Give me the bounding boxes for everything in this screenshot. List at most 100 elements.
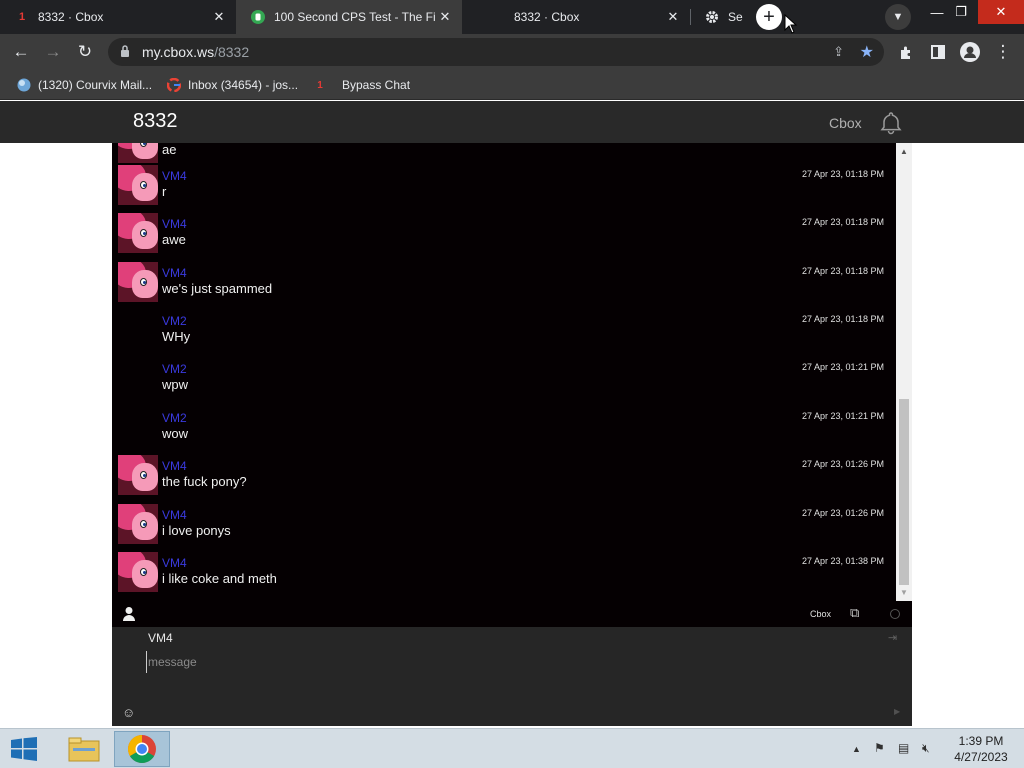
chrome-taskbar-icon[interactable] [114, 731, 170, 767]
url-text: my.cbox.ws/8332 [142, 44, 250, 60]
tray-expand-icon[interactable]: ▲ [852, 744, 861, 754]
message-time: 27 Apr 23, 01:21 PM [801, 362, 884, 372]
share-icon[interactable]: ⇪ [833, 44, 844, 60]
message-nick[interactable]: VM4 [162, 266, 187, 280]
brand-link[interactable]: Cbox [829, 115, 862, 131]
pony-avatar [118, 262, 158, 302]
reload-icon[interactable]: ↻ [72, 39, 98, 65]
windows-start-icon[interactable] [10, 737, 38, 761]
tab-cbox-1[interactable]: 1 8332 · Cbox ✕ [0, 0, 236, 34]
cbox-brand-link[interactable]: Cbox [810, 609, 831, 619]
scroll-down-arrow-icon[interactable]: ▼ [900, 588, 908, 597]
message-time: 27 Apr 23, 01:18 PM [801, 266, 884, 276]
mouse-cursor-icon [784, 14, 798, 34]
message-nick[interactable]: VM2 [162, 411, 187, 425]
network-icon[interactable]: ▤ [898, 741, 909, 755]
bookmark-badge: 1 [317, 79, 323, 91]
side-panel-icon[interactable] [925, 39, 951, 65]
message-time: 27 Apr 23, 01:18 PM [801, 314, 884, 324]
message-text: ae [162, 143, 177, 157]
volume-muted-icon[interactable]: 🔇︎ [922, 741, 930, 756]
message-nick[interactable]: VM4 [162, 556, 187, 570]
sign-in-icon[interactable]: ⇥ [888, 631, 897, 644]
windows-taskbar: ▲ ⚑ ▤ 🔇︎ 1:39 PM 4/27/2023 [0, 728, 1024, 768]
tab-search-icon[interactable]: ▼ [885, 4, 911, 30]
message-text: WHy [162, 329, 191, 344]
bookmark-inbox[interactable]: Inbox (34654) - jos... [166, 76, 298, 94]
message-nick[interactable]: VM2 [162, 314, 187, 328]
close-icon[interactable]: ✕ [664, 8, 682, 26]
close-icon[interactable]: ✕ [436, 8, 454, 26]
message-time: 27 Apr 23, 01:38 PM [801, 556, 884, 566]
message-nick[interactable]: VM2 [162, 362, 187, 376]
message-text: wow [162, 426, 189, 441]
status-dot-icon [890, 609, 900, 619]
close-icon[interactable]: ✕ [210, 8, 228, 26]
menu-kebab-icon[interactable]: ⋮ [990, 39, 1016, 65]
taskbar-clock[interactable]: 1:39 PM 4/27/2023 [946, 733, 1016, 765]
chat-scrollbar[interactable]: ▲ ▼ [896, 143, 912, 601]
tab-cps-test[interactable]: 100 Second CPS Test - The Fin ✕ [236, 0, 462, 34]
chat-message: VM4 i love ponys 27 Apr 23, 01:26 PM [112, 504, 896, 552]
message-text: awe [162, 232, 186, 247]
message-nick[interactable]: VM4 [162, 217, 187, 231]
message-text: i love ponys [162, 523, 231, 538]
message-time: 27 Apr 23, 01:18 PM [801, 169, 884, 179]
restore-icon[interactable]: ❐ [944, 0, 978, 24]
bookmark-courvix[interactable]: (1320) Courvix Mail... [16, 76, 152, 94]
pony-avatar [118, 455, 158, 495]
tab-title: 100 Second CPS Test - The Fin [274, 10, 436, 24]
pony-avatar [118, 504, 158, 544]
message-nick[interactable]: VM4 [162, 508, 187, 522]
pony-avatar [118, 552, 158, 592]
message-text: the fuck pony? [162, 474, 247, 489]
tab-settings[interactable]: Se [690, 0, 746, 34]
scroll-up-arrow-icon[interactable]: ▲ [900, 147, 908, 156]
tab-cbox-2[interactable]: 8332 · Cbox ✕ [462, 0, 690, 34]
chat-messages: ae VM4 r 27 Apr 23, 01:18 PM VM4 awe 27 … [112, 143, 896, 601]
chat-message: VM4 the fuck pony? 27 Apr 23, 01:26 PM [112, 455, 896, 503]
pony-avatar [118, 165, 158, 205]
forward-icon[interactable]: → [40, 39, 66, 65]
bell-icon[interactable] [878, 110, 904, 136]
message-nick[interactable]: VM4 [162, 459, 187, 473]
gear-icon [704, 9, 720, 25]
action-center-flag-icon[interactable]: ⚑ [874, 741, 885, 755]
extensions-icon[interactable] [893, 39, 919, 65]
tab-badge: 1 [18, 11, 26, 23]
message-input[interactable] [146, 651, 866, 673]
message-time: 27 Apr 23, 01:21 PM [801, 411, 884, 421]
popout-icon[interactable]: ⧉ [850, 605, 859, 621]
address-bar[interactable]: my.cbox.ws/8332 ⇪ ★ [108, 38, 884, 66]
message-time: 27 Apr 23, 01:26 PM [801, 459, 884, 469]
chat-message: VM4 we's just spammed 27 Apr 23, 01:18 P… [112, 262, 896, 310]
window-close-icon[interactable]: ✕ [978, 0, 1024, 24]
bookmark-star-icon[interactable]: ★ [860, 42, 874, 62]
message-time: 27 Apr 23, 01:18 PM [801, 217, 884, 227]
chat-footer-bar: Cbox ⧉ [112, 601, 912, 627]
tab-title: 8332 · Cbox [514, 10, 580, 24]
page-title: 8332 [133, 110, 178, 132]
send-arrow-icon[interactable]: ▶ [894, 707, 900, 716]
new-tab-button[interactable]: + [756, 4, 782, 30]
shield-favicon-icon [250, 9, 266, 25]
bookmark-bypass-chat[interactable]: 1 Bypass Chat [312, 76, 410, 94]
profile-icon[interactable] [957, 39, 983, 65]
tab-title: Se [728, 10, 743, 24]
message-text: we's just spammed [162, 281, 273, 296]
scroll-thumb[interactable] [899, 399, 909, 585]
compose-area: VM4 ⇥ ☺ ▶ [112, 627, 912, 726]
bookmarks-bar: (1320) Courvix Mail... Inbox (34654) - j… [0, 70, 1024, 100]
compose-username[interactable]: VM4 [148, 631, 173, 645]
pony-avatar [118, 143, 158, 163]
chat-message: VM2 WHy 27 Apr 23, 01:18 PM [112, 310, 896, 358]
file-explorer-icon[interactable] [56, 731, 112, 767]
pony-avatar [118, 213, 158, 253]
lock-icon [120, 44, 134, 60]
message-nick[interactable]: VM4 [162, 169, 187, 183]
message-text: r [162, 184, 167, 199]
back-icon[interactable]: ← [8, 39, 34, 65]
message-time: 27 Apr 23, 01:26 PM [801, 508, 884, 518]
smiley-icon[interactable]: ☺ [122, 705, 135, 720]
user-icon[interactable] [122, 606, 136, 622]
